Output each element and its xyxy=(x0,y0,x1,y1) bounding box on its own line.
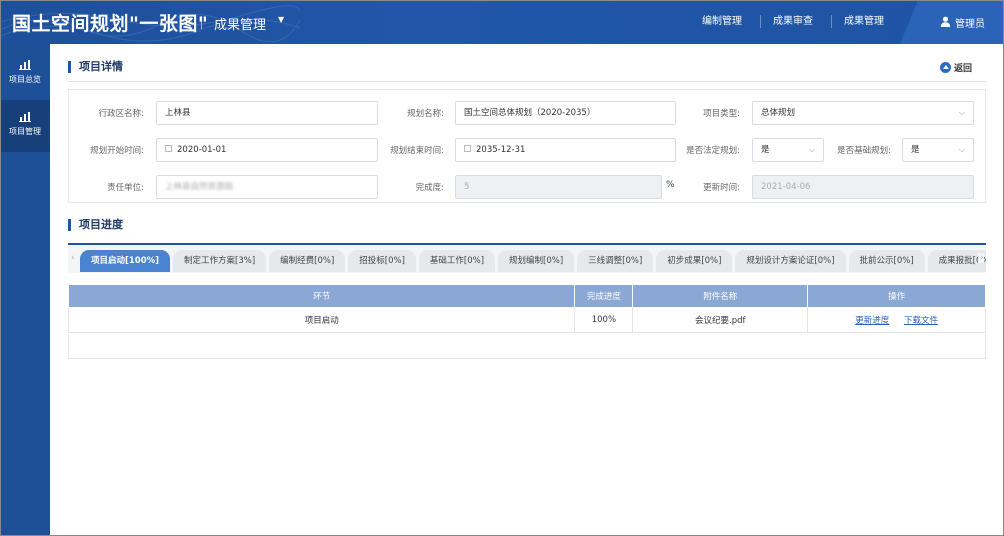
app-title: 国土空间规划"一张图" xyxy=(12,13,209,35)
basic-value: 是 xyxy=(911,145,920,155)
download-file-link[interactable]: 下载文件 xyxy=(904,316,938,326)
statutory-value: 是 xyxy=(761,145,770,155)
unit-label: 责任单位: xyxy=(107,183,144,193)
end-time-value: 2035-12-31 xyxy=(476,145,526,155)
column-header: 操作 xyxy=(807,284,986,308)
back-icon xyxy=(940,62,951,73)
stage-cell: 项目启动 xyxy=(67,307,576,333)
basic-label: 是否基础规划: xyxy=(837,146,891,156)
basic-select[interactable]: 是 ⌵ xyxy=(902,138,974,162)
chevron-down-icon: ⌵ xyxy=(958,108,965,117)
start-time-value: 2020-01-01 xyxy=(177,145,227,155)
tab-design-review[interactable]: 规划设计方案论证[0%] xyxy=(735,250,846,272)
user-icon[interactable] xyxy=(940,16,951,27)
column-header: 环节 xyxy=(67,284,576,308)
progress-label: 完成度: xyxy=(415,183,444,193)
chevron-right-icon[interactable]: › xyxy=(978,253,984,263)
top-header: 国土空间规划"一张图" 成果管理 ▼ 编制管理 成果审查 成果管理 管理员 xyxy=(0,0,1004,44)
unit-value: 上林县自然资源局 xyxy=(165,182,234,192)
module-switcher[interactable]: 成果管理 xyxy=(214,14,266,33)
tab-project-start[interactable]: 项目启动[100%] xyxy=(80,250,171,272)
tab-three-lines[interactable]: 三线调整[0%] xyxy=(577,250,654,272)
tab-bidding[interactable]: 招投标[0%] xyxy=(348,250,416,272)
tab-publicity[interactable]: 批前公示[0%] xyxy=(848,250,925,272)
sidebar-item-project-management[interactable]: 项目管理 xyxy=(0,100,50,152)
end-time-label: 规划结束时间: xyxy=(390,146,444,156)
chevron-left-icon[interactable]: ‹ xyxy=(71,253,75,263)
progress-field: 5 xyxy=(455,175,662,199)
column-header: 附件名称 xyxy=(632,284,809,308)
header-separator xyxy=(201,16,202,29)
update-time-field: 2021-04-06 xyxy=(752,175,974,199)
action-cell: 更新进度 下载文件 xyxy=(807,307,986,333)
table-footer xyxy=(68,334,986,359)
nav-item-compile[interactable]: 编制管理 xyxy=(690,15,761,28)
table-header-row: 环节 完成进度 附件名称 操作 xyxy=(67,284,986,308)
plan-type-select[interactable]: 总体规划 ⌵ xyxy=(752,101,974,125)
plan-name-label: 规划名称: xyxy=(407,109,444,119)
sidebar: 项目总览 项目管理 xyxy=(0,44,50,536)
section-title-details: 项目详情 xyxy=(68,61,123,73)
tab-list: 项目启动[100%] 制定工作方案[3%] 编制经费[0%] 招投标[0%] 基… xyxy=(80,250,986,272)
column-header: 完成进度 xyxy=(574,284,634,308)
progress-table: 环节 完成进度 附件名称 操作 项目启动 100% 会议纪要.pdf 更新进度 … xyxy=(67,284,986,333)
user-area xyxy=(900,0,1004,44)
user-name[interactable]: 管理员 xyxy=(955,15,985,30)
tab-funding[interactable]: 编制经费[0%] xyxy=(269,250,346,272)
unit-field[interactable]: 上林县自然资源局 xyxy=(156,175,378,199)
file-cell: 会议纪要.pdf xyxy=(632,307,809,333)
table-row: 项目启动 100% 会议纪要.pdf 更新进度 下载文件 xyxy=(67,307,986,333)
statutory-select[interactable]: 是 ⌵ xyxy=(752,138,824,162)
chevron-down-icon: ⌵ xyxy=(808,145,815,154)
caret-down-icon[interactable]: ▼ xyxy=(278,15,284,24)
tab-basic-work[interactable]: 基础工作[0%] xyxy=(418,250,496,272)
done-cell: 100% xyxy=(574,307,634,333)
plan-type-label: 项目类型: xyxy=(703,109,740,119)
start-time-label: 规划开始时间: xyxy=(90,146,144,156)
update-progress-link[interactable]: 更新进度 xyxy=(855,316,889,326)
bar-chart-icon xyxy=(19,112,31,122)
tab-plan-compile[interactable]: 规划编制[0%] xyxy=(498,250,575,272)
tab-preliminary[interactable]: 初步成果[0%] xyxy=(656,250,733,272)
update-time-label: 更新时间: xyxy=(703,183,740,193)
sidebar-item-overview[interactable]: 项目总览 xyxy=(0,48,50,100)
calendar-icon xyxy=(165,145,172,152)
tab-work-plan[interactable]: 制定工作方案[3%] xyxy=(173,250,267,272)
sidebar-item-label: 项目管理 xyxy=(9,127,41,136)
progress-tabs: ‹ 项目启动[100%] 制定工作方案[3%] 编制经费[0%] 招投标[0%]… xyxy=(68,243,986,273)
nav-item-review[interactable]: 成果审查 xyxy=(761,15,832,28)
region-label: 行政区名称: xyxy=(98,109,144,119)
statutory-label: 是否法定规划: xyxy=(686,146,740,156)
sidebar-item-label: 项目总览 xyxy=(9,75,41,84)
section-divider xyxy=(68,81,986,82)
start-time-field[interactable]: 2020-01-01 xyxy=(156,138,378,162)
chevron-down-icon: ⌵ xyxy=(958,145,965,154)
calendar-icon xyxy=(464,145,471,152)
plan-type-value: 总体规划 xyxy=(761,108,796,118)
top-nav: 编制管理 成果审查 成果管理 xyxy=(690,15,902,28)
plan-name-field[interactable]: 国土空间总体规划（2020-2035） xyxy=(455,101,676,125)
back-label: 返回 xyxy=(954,64,973,74)
end-time-field[interactable]: 2035-12-31 xyxy=(455,138,676,162)
back-button[interactable]: 返回 xyxy=(940,61,972,74)
bar-chart-icon xyxy=(19,60,31,70)
region-field[interactable]: 上林县 xyxy=(156,101,378,125)
section-title-progress: 项目进度 xyxy=(68,219,123,231)
nav-item-results[interactable]: 成果管理 xyxy=(832,15,902,28)
